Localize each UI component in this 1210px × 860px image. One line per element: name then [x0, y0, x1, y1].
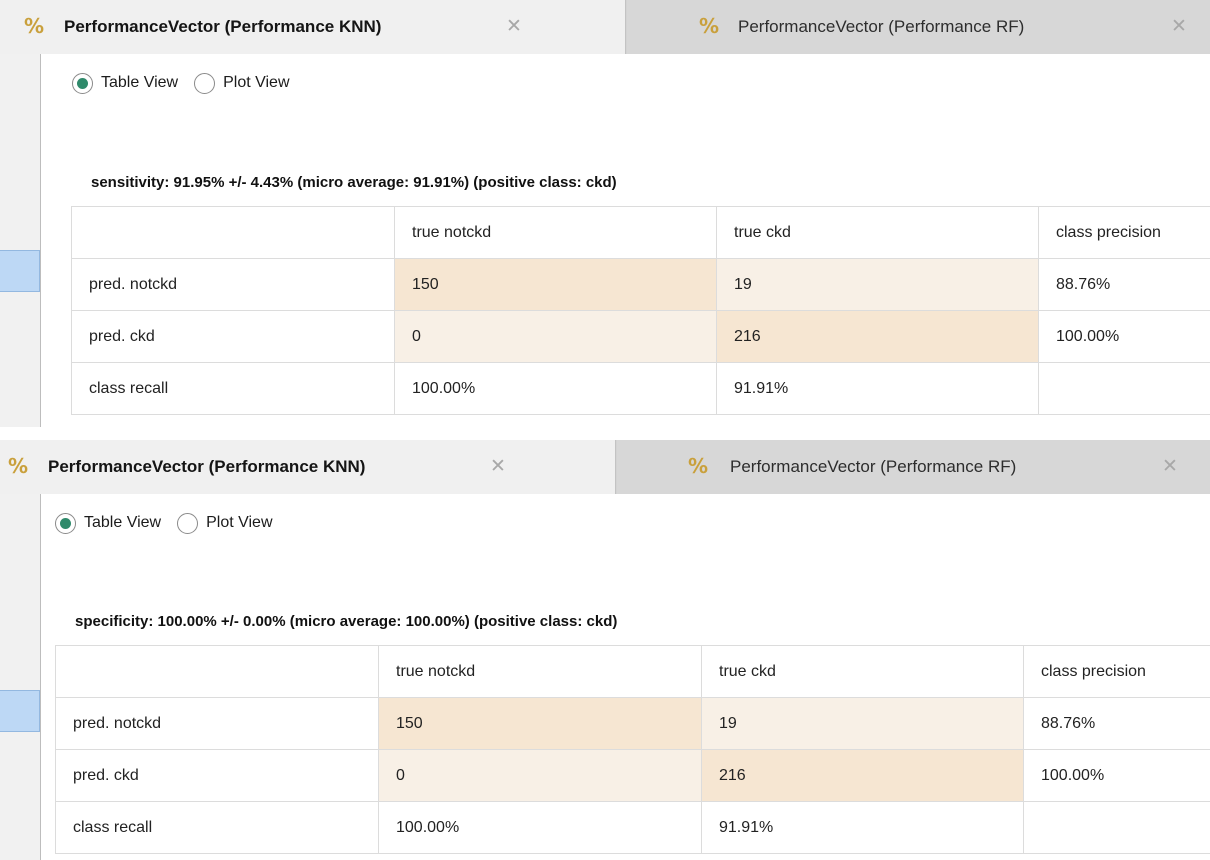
column-header: true notckd — [378, 645, 702, 698]
close-icon[interactable]: ✕ — [1156, 452, 1184, 480]
performance-panel-specificity: % PerformanceVector (Performance KNN) ✕ … — [0, 440, 1210, 860]
table-cell: 88.76% — [1038, 258, 1210, 311]
sidebar-item-selected[interactable] — [0, 690, 40, 732]
column-header: class precision — [1038, 206, 1210, 259]
corner-cell — [71, 206, 395, 259]
row-header: class recall — [55, 801, 379, 854]
confusion-matrix: true notckd true ckd class precision pre… — [71, 206, 1210, 415]
sidebar-item-selected[interactable] — [0, 250, 40, 292]
table-cell: 91.91% — [716, 362, 1039, 415]
table-cell: 91.91% — [701, 801, 1024, 854]
corner-cell — [55, 645, 379, 698]
table-view-option[interactable]: Table View — [55, 512, 162, 534]
plot-view-radio[interactable] — [177, 512, 199, 534]
plot-view-option[interactable]: Plot View — [177, 512, 273, 534]
table-row: pred. ckd 0 216 100.00% — [71, 310, 1210, 363]
table-cell: 19 — [716, 258, 1039, 311]
table-cell: 150 — [378, 697, 702, 750]
tab-performance-rf[interactable]: % PerformanceVector (Performance RF) ✕ — [627, 0, 1210, 54]
table-cell: 0 — [378, 749, 702, 802]
table-header-row: true notckd true ckd class precision — [71, 206, 1210, 259]
row-header: pred. ckd — [55, 749, 379, 802]
table-cell: 100.00% — [378, 801, 702, 854]
percent-icon: % — [24, 14, 45, 38]
confusion-matrix: true notckd true ckd class precision pre… — [55, 645, 1210, 854]
column-header: true ckd — [716, 206, 1039, 259]
percent-icon: % — [688, 454, 709, 478]
close-icon[interactable]: ✕ — [484, 452, 512, 480]
plot-view-label: Plot View — [223, 74, 290, 91]
column-header: true notckd — [394, 206, 717, 259]
left-sidebar — [0, 54, 41, 427]
table-row: pred. notckd 150 19 88.76% — [55, 697, 1210, 750]
table-view-option[interactable]: Table View — [72, 72, 179, 94]
table-cell: 100.00% — [1038, 310, 1210, 363]
percent-icon: % — [8, 454, 29, 478]
table-row: pred. notckd 150 19 88.76% — [71, 258, 1210, 311]
tab-performance-knn[interactable]: % PerformanceVector (Performance KNN) ✕ — [0, 0, 626, 54]
table-view-radio[interactable] — [55, 512, 76, 534]
tab-label: PerformanceVector (Performance RF) — [738, 17, 1025, 36]
column-header: true ckd — [701, 645, 1024, 698]
table-cell: 0 — [394, 310, 717, 363]
table-cell — [1023, 801, 1210, 854]
table-view-label: Table View — [101, 74, 179, 91]
table-cell: 19 — [701, 697, 1024, 750]
column-header: class precision — [1023, 645, 1210, 698]
table-header-row: true notckd true ckd class precision — [55, 645, 1210, 698]
tab-bar: % PerformanceVector (Performance KNN) ✕ … — [0, 440, 1210, 494]
table-cell: 100.00% — [394, 362, 717, 415]
table-cell: 216 — [701, 749, 1024, 802]
criterion-title: sensitivity: 91.95% +/- 4.43% (micro ave… — [91, 174, 617, 191]
row-header: class recall — [71, 362, 395, 415]
tab-label: PerformanceVector (Performance KNN) — [48, 457, 366, 476]
table-row: class recall 100.00% 91.91% — [55, 801, 1210, 854]
tab-performance-knn[interactable]: % PerformanceVector (Performance KNN) ✕ — [0, 440, 616, 494]
table-cell: 100.00% — [1023, 749, 1210, 802]
table-cell: 216 — [716, 310, 1039, 363]
table-cell — [1038, 362, 1210, 415]
performance-panel-sensitivity: % PerformanceVector (Performance KNN) ✕ … — [0, 0, 1210, 427]
percent-icon: % — [699, 14, 720, 38]
plot-view-radio[interactable] — [194, 72, 216, 94]
table-row: class recall 100.00% 91.91% — [71, 362, 1210, 415]
tab-performance-rf[interactable]: % PerformanceVector (Performance RF) ✕ — [617, 440, 1210, 494]
close-icon[interactable]: ✕ — [500, 12, 528, 40]
criterion-title: specificity: 100.00% +/- 0.00% (micro av… — [75, 613, 618, 630]
tab-label: PerformanceVector (Performance RF) — [730, 457, 1017, 476]
close-icon[interactable]: ✕ — [1165, 12, 1193, 40]
table-cell: 88.76% — [1023, 697, 1210, 750]
left-sidebar — [0, 494, 41, 860]
plot-view-option[interactable]: Plot View — [194, 72, 290, 94]
view-toggle: Table View Plot View — [72, 70, 306, 96]
row-header: pred. notckd — [55, 697, 379, 750]
table-view-radio[interactable] — [72, 72, 93, 94]
tab-label: PerformanceVector (Performance KNN) — [64, 17, 382, 36]
plot-view-label: Plot View — [206, 514, 273, 531]
row-header: pred. ckd — [71, 310, 395, 363]
table-view-label: Table View — [84, 514, 162, 531]
row-header: pred. notckd — [71, 258, 395, 311]
tab-bar: % PerformanceVector (Performance KNN) ✕ … — [0, 0, 1210, 54]
view-toggle: Table View Plot View — [55, 510, 289, 536]
table-cell: 150 — [394, 258, 717, 311]
table-row: pred. ckd 0 216 100.00% — [55, 749, 1210, 802]
